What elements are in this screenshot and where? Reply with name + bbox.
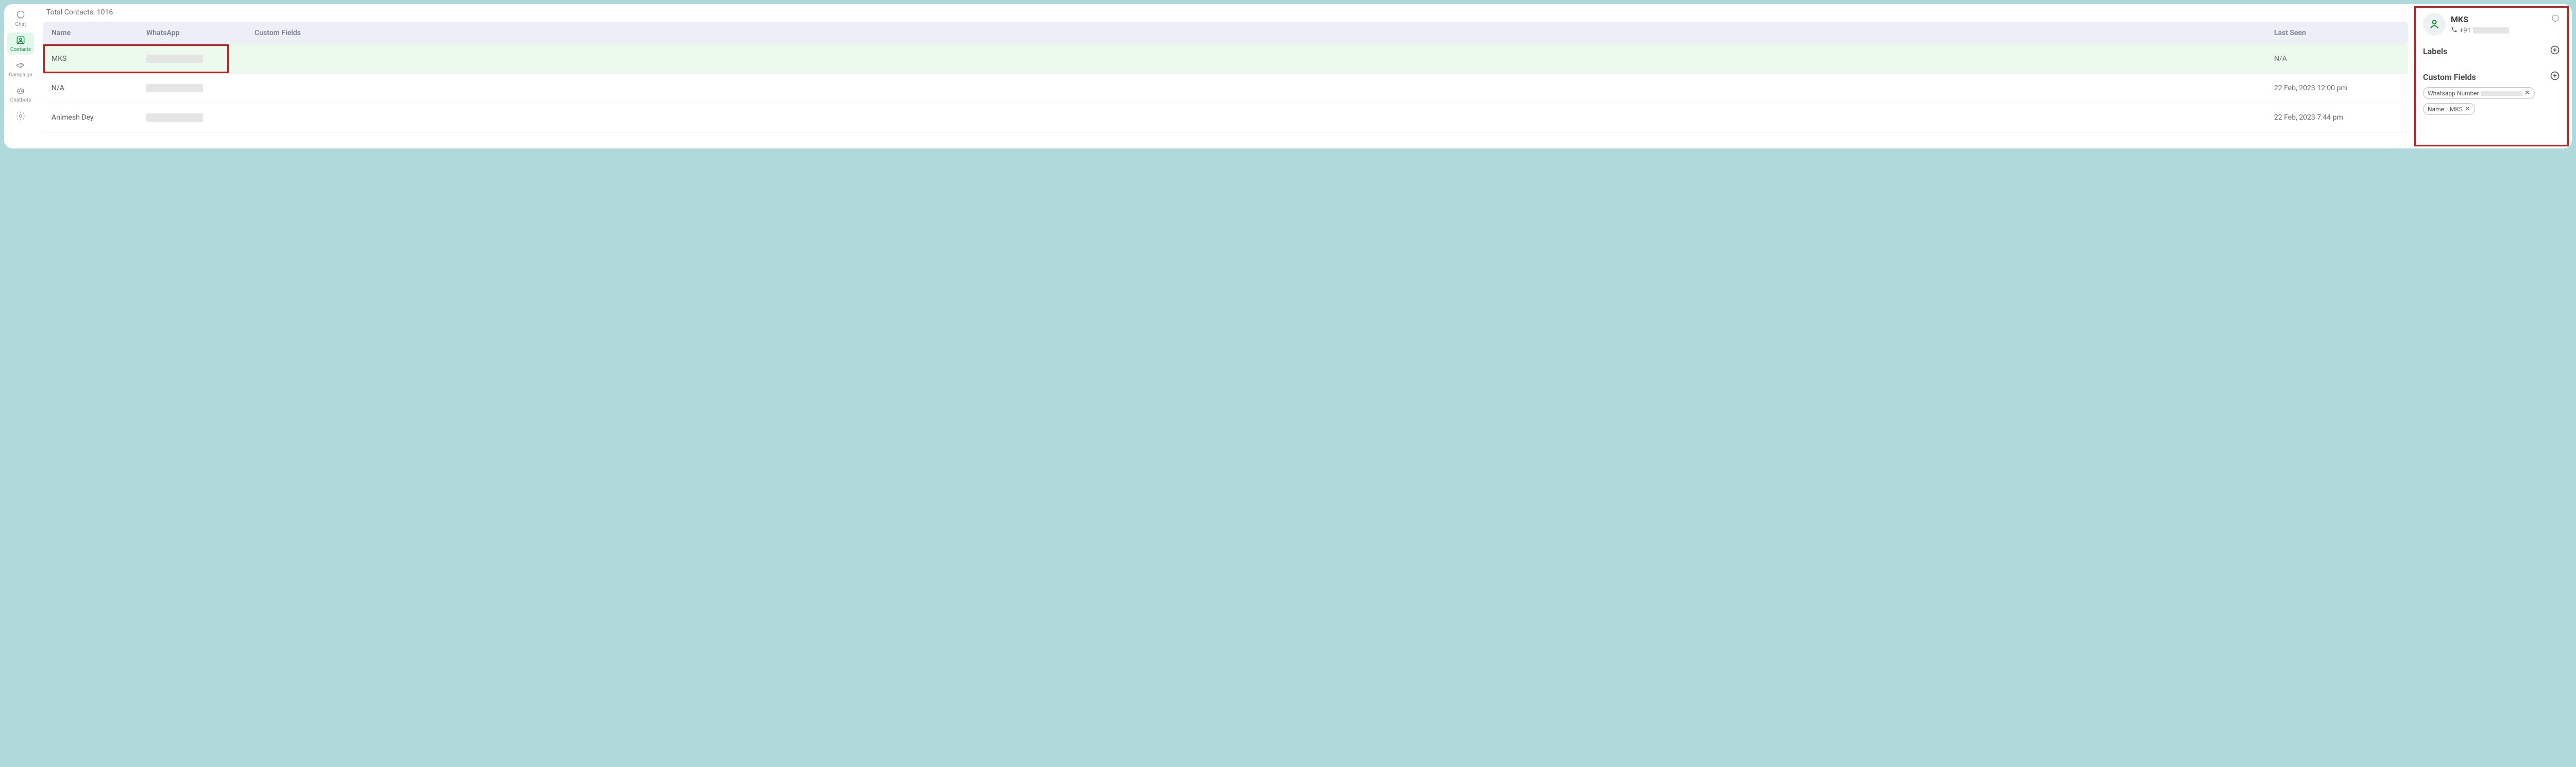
column-header-last-seen[interactable]: Last Seen — [2274, 29, 2408, 37]
table-row[interactable]: N/A 22 Feb, 2023 12:00 pm — [43, 74, 2408, 103]
gear-icon — [15, 110, 26, 122]
table-row[interactable]: Animesh Dey 22 Feb, 2023 7:44 pm — [43, 103, 2408, 132]
detail-contact-name: MKS — [2451, 14, 2468, 24]
total-contacts-label: Total Contacts: 1016 — [43, 6, 2408, 22]
table-row[interactable]: MKS N/A — [43, 44, 2408, 74]
labels-title: Labels — [2423, 46, 2447, 56]
cell-custom-fields — [255, 55, 2274, 63]
open-chat-button[interactable] — [2551, 14, 2560, 25]
detail-header: MKS +91 — [2423, 13, 2560, 36]
chip-label: Whatsapp Number — [2428, 90, 2479, 97]
phone-prefix: +91 — [2460, 27, 2471, 35]
sidebar-item-settings[interactable] — [12, 108, 29, 124]
chip-value: MKS — [2450, 106, 2463, 113]
contacts-icon — [15, 35, 26, 46]
column-header-whatsapp[interactable]: WhatsApp — [146, 29, 255, 37]
cell-whatsapp — [146, 84, 255, 92]
redacted-value — [2473, 27, 2509, 34]
table-header: Name WhatsApp Custom Fields Last Seen — [43, 22, 2408, 44]
chip-remove-button[interactable]: ✕ — [2465, 105, 2470, 113]
sidebar-item-chatbots[interactable]: Chatbots — [7, 83, 34, 105]
sidebar-item-label: Contacts — [10, 47, 31, 53]
sidebar-item-label: Campaign — [9, 72, 32, 78]
cell-custom-fields — [255, 113, 2274, 122]
phone-icon — [2451, 26, 2458, 35]
chip-whatsapp-number[interactable]: Whatsapp Number ✕ — [2423, 87, 2535, 99]
cell-last-seen: N/A — [2274, 55, 2408, 63]
labels-section-header: Labels — [2423, 45, 2560, 57]
redacted-value — [2481, 91, 2522, 96]
main-content: Total Contacts: 1016 Name WhatsApp Custo… — [37, 4, 2414, 148]
add-custom-field-button[interactable] — [2550, 71, 2560, 83]
chip-label: Name — [2428, 106, 2444, 113]
sidebar-item-chat[interactable]: Chat — [12, 7, 29, 29]
cell-last-seen: 22 Feb, 2023 12:00 pm — [2274, 84, 2408, 92]
column-header-name[interactable]: Name — [43, 29, 146, 37]
chip-remove-button[interactable]: ✕ — [2524, 89, 2530, 97]
redacted-value — [146, 113, 203, 122]
megaphone-icon — [15, 60, 26, 71]
cell-name: MKS — [43, 55, 146, 63]
avatar — [2423, 13, 2446, 36]
column-header-custom-fields[interactable]: Custom Fields — [255, 29, 2274, 37]
sidebar-item-campaign[interactable]: Campaign — [6, 58, 35, 80]
custom-fields-section-header: Custom Fields — [2423, 71, 2560, 83]
cell-name: N/A — [43, 84, 146, 92]
app-root: Chat Contacts Campaign Chatbots To — [4, 4, 2572, 148]
cell-last-seen: 22 Feb, 2023 7:44 pm — [2274, 113, 2408, 122]
cell-whatsapp — [146, 113, 255, 122]
add-label-button[interactable] — [2550, 45, 2560, 57]
redacted-value — [146, 55, 203, 63]
bot-icon — [15, 85, 26, 96]
cell-custom-fields — [255, 84, 2274, 92]
detail-phone: +91 — [2451, 26, 2560, 35]
sidebar-item-label: Chat — [15, 22, 26, 27]
custom-fields-chips: Whatsapp Number ✕ Name : MKS ✕ — [2423, 83, 2560, 115]
cell-name: Animesh Dey — [43, 113, 146, 122]
cell-whatsapp — [146, 55, 255, 63]
chat-icon — [15, 9, 26, 21]
sidebar-item-label: Chatbots — [10, 97, 31, 103]
sidebar-item-contacts[interactable]: Contacts — [7, 32, 34, 55]
chip-separator: : — [2446, 106, 2448, 113]
contact-details-panel: MKS +91 Labels Cus — [2414, 6, 2569, 146]
redacted-value — [146, 84, 203, 92]
custom-fields-title: Custom Fields — [2423, 72, 2476, 82]
chip-name[interactable]: Name : MKS ✕ — [2423, 103, 2475, 115]
sidebar: Chat Contacts Campaign Chatbots — [4, 4, 37, 148]
